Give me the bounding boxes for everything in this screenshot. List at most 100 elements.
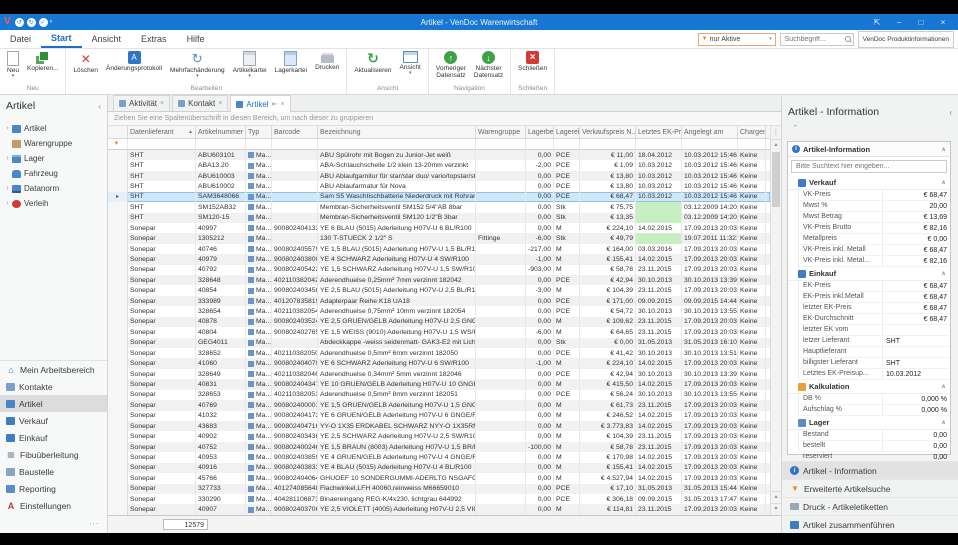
section-header-einkauf[interactable]: Einkauf∧ (788, 267, 950, 281)
tree-item-fahrzeug[interactable]: Fahrzeug (0, 166, 107, 181)
column-header-typ[interactable]: Typ (246, 126, 272, 139)
section-header-verkauf[interactable]: Verkauf∧ (788, 176, 950, 190)
search-icon[interactable] (845, 36, 851, 42)
filter-cell[interactable] (636, 139, 682, 150)
info-search-input[interactable] (794, 162, 944, 171)
table-row[interactable]: Sonepar40997Ma...9008024041338YE 6 BLAU … (108, 223, 770, 233)
sidebar-item-contacts[interactable]: Kontakte (0, 378, 107, 395)
filter-cell[interactable] (196, 139, 246, 150)
ribbon-tab-extras[interactable]: Extras (131, 30, 177, 48)
chevron-up-icon[interactable]: ∧ (941, 179, 946, 186)
table-row[interactable]: Sonepar40916Ma...9008024038338YE 4 BLAU … (108, 463, 770, 473)
table-row[interactable]: SHTABU610002Ma...ABU Ablaufarmatur für N… (108, 181, 770, 191)
chevron-up-icon[interactable]: ∧ (941, 383, 946, 390)
window-close-button[interactable]: × (932, 14, 954, 30)
lagerkartei-button[interactable]: Lagerkartei (271, 50, 312, 75)
nächster-datensatz-button[interactable]: ↓Nächster Datensatz (470, 50, 507, 80)
table-row[interactable]: Sonepar40792Ma...9008024054222YE 1,5 SCH… (108, 265, 770, 275)
scroll-down-icon[interactable]: ▼ (771, 503, 781, 515)
tab-artikel[interactable]: Artikel⇤× (230, 95, 290, 112)
column-header-verkaufspreis-n-[interactable]: Verkaufspreis N... (580, 126, 636, 139)
table-row[interactable]: Sonepar328648Ma...4021103820421Aderendhu… (108, 275, 770, 285)
scrollbar-thumb[interactable] (772, 152, 780, 207)
ribbon-tab-start[interactable]: Start (41, 30, 82, 48)
expander-icon[interactable]: › (4, 155, 11, 162)
table-row[interactable]: ▸SHTSAM3648066Ma...Sam S5 Waschtischbatt… (108, 192, 770, 202)
section-header-kalkulation[interactable]: Kalkulation∧ (788, 380, 950, 394)
window-maximize-button[interactable]: □ (910, 14, 932, 30)
mehrfachänderung-button[interactable]: ↻Mehrfachänderung▾ (166, 50, 229, 80)
sidebar-item-articles[interactable]: Artikel (0, 395, 107, 412)
chevron-up-icon[interactable]: ∧ (941, 146, 946, 153)
filter-cell[interactable]: ▼ (108, 139, 128, 150)
expander-icon[interactable]: › (4, 185, 11, 192)
table-row[interactable]: Sonepar40769Ma...9008024000014YE 1,5 GRU… (108, 400, 770, 410)
kopieren--button[interactable]: Kopieren... (23, 50, 62, 73)
product-info-button[interactable]: VenDoc Produktinformationen (858, 31, 954, 48)
filter-cell[interactable] (554, 139, 580, 150)
löschen-button[interactable]: ✕Löschen (69, 50, 102, 75)
window-dock-button[interactable]: ⇱ (866, 14, 888, 30)
filter-cell[interactable] (526, 139, 554, 150)
table-row[interactable]: SoneparGEG4011Ma...Abdeckkappe -weiss se… (108, 338, 770, 348)
tree-item-artikel[interactable]: ›Artikel (0, 121, 107, 136)
table-row[interactable]: Sonepar327733Ma...4012740856485Flachwink… (108, 484, 770, 494)
table-row[interactable]: SHTABU610003Ma...ABU Ablaufgarnitur für … (108, 171, 770, 181)
table-row[interactable]: SHTSM120-15Ma...Membran-Sicherheitsventi… (108, 213, 770, 223)
table-row[interactable]: Sonepar40953Ma...9008024038598YE 4 GRUEN… (108, 452, 770, 462)
sidebar-item-workspace[interactable]: ⌂Mein Arbeitsbereich (0, 361, 107, 378)
table-row[interactable]: Sonepar43683Ma...9008024047163YY-O 1X35 … (108, 421, 770, 431)
tree-item-datanorm[interactable]: ›Datanorm (0, 181, 107, 196)
filter-cell[interactable] (682, 139, 738, 150)
table-row[interactable]: Sonepar40752Ma...9008024002469YE 1,5 BRA… (108, 442, 770, 452)
drucken-button[interactable]: Drucken (311, 50, 343, 72)
table-row[interactable]: Sonepar40746Ma...9008024055793YE 1,5 BLA… (108, 244, 770, 254)
column-header-lagerbe-[interactable]: Lagerbe... (526, 126, 554, 139)
close-tab-icon[interactable]: × (280, 101, 284, 108)
table-row[interactable]: Sonepar328654Ma...4021103820544Aderendhu… (108, 306, 770, 316)
artikelkartei-button[interactable]: Artikelkartei▾ (229, 50, 271, 80)
table-row[interactable]: Sonepar40902Ma...9008024034361YE 2,5 SCH… (108, 431, 770, 441)
info-nav-filter[interactable]: ▼Erweiterte Artikelsuche (782, 479, 958, 497)
pin-icon[interactable]: ⇤ (272, 100, 278, 108)
table-row[interactable]: Sonepar41060Ma...9008024040706YE 6 SCHWA… (108, 358, 770, 368)
sidebar-item-accounting[interactable]: ▦Fibuüberleitung (0, 446, 107, 463)
column-header-angelegt-am[interactable]: Angelegt am (682, 126, 738, 139)
close-tab-icon[interactable]: × (218, 100, 222, 107)
column-header-letztes-ek-preisup-[interactable]: Letztes EK-Preisup... (636, 126, 682, 139)
column-header-datenlieferant[interactable]: Datenlieferant▲ (128, 126, 196, 139)
table-row[interactable]: Sonepar40878Ma...9008024035245YE 2,5 GRU… (108, 317, 770, 327)
tab-aktivität[interactable]: Aktivität× (113, 95, 170, 111)
sidebar-collapse-icon[interactable]: ‹ (98, 102, 101, 111)
sidebar-item-reporting[interactable]: Reporting (0, 480, 107, 497)
window-minimize-button[interactable]: − (888, 14, 910, 30)
search-input[interactable] (783, 35, 845, 44)
sidebar-item-purchase[interactable]: Einkauf (0, 429, 107, 446)
tree-item-lager[interactable]: ›Lager (0, 151, 107, 166)
filter-cell[interactable] (580, 139, 636, 150)
ribbon-tab-datei[interactable]: Datei (0, 30, 41, 48)
sidebar-item-sales[interactable]: Verkauf (0, 412, 107, 429)
column-header-artikelnummer[interactable]: Artikelnummer (196, 126, 246, 139)
sidebar-more-button[interactable]: ... (89, 517, 99, 526)
tree-item-warengruppe[interactable]: Warengruppe (0, 136, 107, 151)
table-row[interactable]: SHTABU603101Ma...ABU Spülrohr mit Bogen … (108, 150, 770, 160)
table-row[interactable]: Sonepar333989Ma...4012078358194Adapterpa… (108, 296, 770, 306)
ansicht-button[interactable]: Ansicht▾ (396, 50, 425, 77)
table-row[interactable]: Sonepar45766Ma...9008024040645GHUOEF 10 … (108, 473, 770, 483)
filter-cell[interactable] (246, 139, 272, 150)
chevron-up-icon[interactable]: ∧ (941, 270, 946, 277)
quick-access-undo-icon[interactable]: ↺ (15, 18, 24, 27)
table-row[interactable]: SHTABA13.20Ma...ABA-Schlauchschelle 1/2 … (108, 160, 770, 170)
table-row[interactable]: Sonepar328652Ma...4021103820506Aderendhu… (108, 348, 770, 358)
schließen-button[interactable]: ×Schließen (514, 50, 551, 73)
table-row[interactable]: SHTSM152AB32Ma...Membran-Sicherheitsvent… (108, 202, 770, 212)
scroll-up2-icon[interactable]: ▲ (771, 491, 781, 503)
sidebar-item-site[interactable]: Baustelle (0, 463, 107, 480)
filter-cell[interactable] (128, 139, 196, 150)
ribbon-tab-ansicht[interactable]: Ansicht (82, 30, 132, 48)
quick-access-caret-icon[interactable]: ▾ (50, 19, 53, 25)
column-header-chargenv-[interactable]: Chargenv... (738, 126, 766, 139)
column-header-lagerein-[interactable]: Lagerein... (554, 126, 580, 139)
column-header-warengruppe[interactable]: Warengruppe (476, 126, 526, 139)
